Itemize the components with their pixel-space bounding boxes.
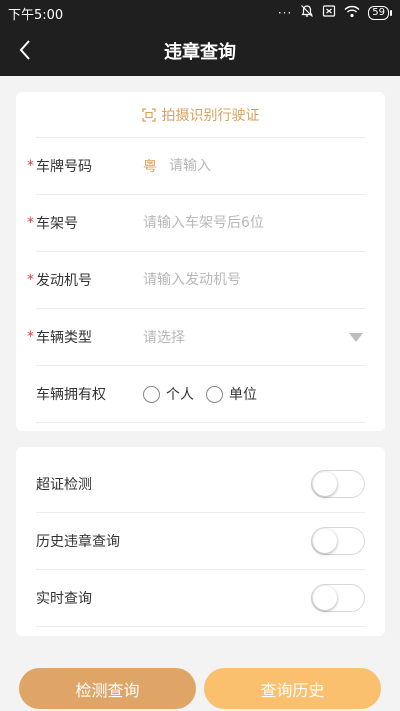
overdue-check-toggle[interactable] <box>311 470 365 498</box>
ownership-radio-group: 个人 单位 <box>143 384 257 404</box>
vehicle-type-select[interactable]: 请选择 <box>143 327 349 347</box>
radio-circle-icon[interactable] <box>143 385 160 403</box>
toggle-knob <box>313 586 337 610</box>
plate-row: * 车牌号码 粤 <box>27 138 365 195</box>
plate-input[interactable] <box>169 158 365 174</box>
required-mark: * <box>27 158 34 174</box>
ownership-option-label: 单位 <box>229 387 257 403</box>
query-options-card: 超证检测 历史违章查询 实时查询 <box>16 447 385 636</box>
chevron-left-icon <box>19 40 30 60</box>
history-query-toggle[interactable] <box>311 527 365 555</box>
scan-license-button[interactable]: 拍摄识别行驶证 <box>36 92 365 138</box>
ownership-option-personal[interactable]: 个人 <box>143 384 194 404</box>
required-mark: * <box>27 215 34 231</box>
ownership-option-company[interactable]: 单位 <box>206 384 257 404</box>
dropdown-triangle-icon[interactable] <box>349 332 363 342</box>
battery-icon: 59 <box>368 6 392 20</box>
toggle-knob <box>313 472 337 496</box>
status-bar: 下午5:00 ··· 59 <box>0 0 400 26</box>
frame-label: 车架号 <box>36 216 78 232</box>
status-time: 下午5:00 <box>8 7 64 23</box>
vehicle-form-card: 拍摄识别行驶证 * 车牌号码 粤 * 车架号 * 发动机号 * 车辆类型 请选择… <box>16 92 385 431</box>
back-button[interactable] <box>10 35 40 65</box>
toggle-row-realtime: 实时查询 <box>36 570 365 627</box>
vehicle-type-row[interactable]: * 车辆类型 请选择 <box>27 309 365 366</box>
nav-bar: 违章查询 <box>0 26 400 76</box>
status-icons: ··· 59 <box>278 4 392 22</box>
mute-icon <box>300 4 314 22</box>
more-dots-icon: ··· <box>277 6 293 20</box>
battery-level: 59 <box>368 6 389 20</box>
vehicle-type-label: 车辆类型 <box>36 330 92 346</box>
frame-row: * 车架号 <box>27 195 365 252</box>
frame-input[interactable] <box>143 215 365 231</box>
toggle-label: 超证检测 <box>36 477 92 493</box>
toggle-label: 历史违章查询 <box>36 534 120 550</box>
scan-icon <box>141 107 156 122</box>
detect-query-button[interactable]: 检测查询 <box>19 668 196 709</box>
plate-label: 车牌号码 <box>36 159 92 175</box>
toggle-row-overdue-check: 超证检测 <box>36 456 365 513</box>
required-mark: * <box>27 272 34 288</box>
plate-province-prefix[interactable]: 粤 <box>143 156 157 176</box>
required-mark: * <box>27 329 34 345</box>
query-history-button[interactable]: 查询历史 <box>204 668 381 709</box>
radio-circle-icon[interactable] <box>206 385 223 403</box>
toggle-row-history: 历史违章查询 <box>36 513 365 570</box>
ownership-option-label: 个人 <box>166 387 194 403</box>
engine-row: * 发动机号 <box>27 252 365 309</box>
ownership-row: 车辆拥有权 个人 单位 <box>36 366 365 423</box>
wifi-icon <box>344 5 360 22</box>
page-title: 违章查询 <box>164 42 236 63</box>
scan-license-label: 拍摄识别行驶证 <box>161 107 260 124</box>
sim-off-icon <box>322 4 336 22</box>
engine-input[interactable] <box>143 272 365 288</box>
toggle-label: 实时查询 <box>36 591 92 607</box>
ownership-label: 车辆拥有权 <box>36 387 106 403</box>
toggle-knob <box>313 529 337 553</box>
engine-label: 发动机号 <box>36 273 92 289</box>
realtime-query-toggle[interactable] <box>311 584 365 612</box>
